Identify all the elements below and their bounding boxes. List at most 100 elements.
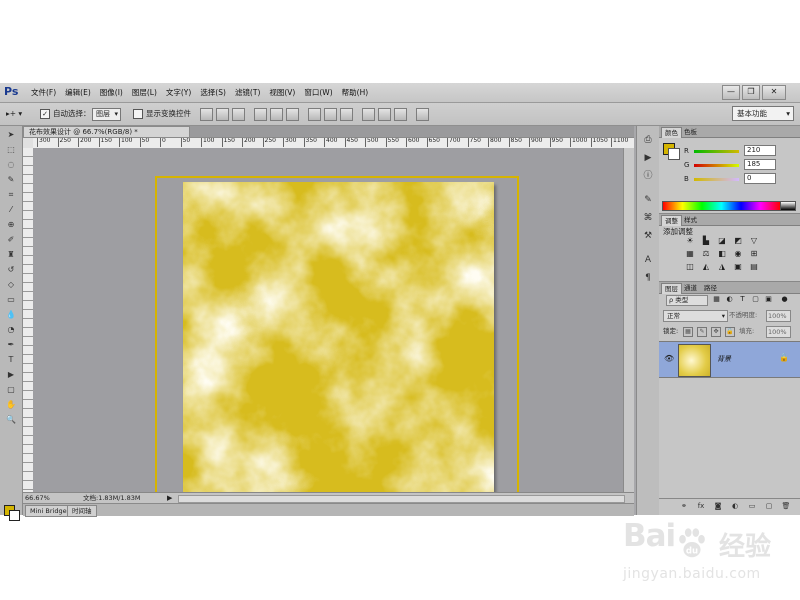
gradient-tool-icon[interactable]: ▭: [4, 293, 18, 306]
r-slider[interactable]: [694, 150, 739, 153]
menu-item-1[interactable]: 编辑(E): [61, 83, 96, 102]
menu-item-0[interactable]: 文件(F): [27, 83, 61, 102]
fill-input[interactable]: 100%: [766, 326, 791, 338]
filter-shape-icon[interactable]: ▢: [751, 295, 760, 304]
selective-color-icon[interactable]: ▣: [733, 262, 743, 271]
r-value[interactable]: 210: [744, 145, 776, 156]
menu-item-5[interactable]: 选择(S): [196, 83, 231, 102]
eraser-tool-icon[interactable]: ◇: [4, 278, 18, 291]
menu-item-9[interactable]: 帮助(H): [338, 83, 374, 102]
lock-transparency-icon[interactable]: ▦: [683, 327, 693, 337]
vibrance-icon[interactable]: ▽: [749, 236, 759, 245]
posterize-icon[interactable]: ◭: [701, 262, 711, 271]
pen-tool-icon[interactable]: ✒: [4, 338, 18, 351]
tab-timeline[interactable]: 时间轴: [67, 505, 97, 517]
tab-styles[interactable]: 样式: [681, 215, 700, 225]
actions-panel-icon[interactable]: ▶: [642, 152, 654, 164]
color-balance-icon[interactable]: ⚖: [701, 249, 711, 258]
zoom-tool-icon[interactable]: 🔍: [4, 413, 18, 426]
close-button[interactable]: ✕: [762, 85, 786, 100]
status-menu-arrow-icon[interactable]: ▶: [167, 494, 173, 502]
align-vcenter-icon[interactable]: [216, 108, 229, 121]
history-panel-icon[interactable]: ⎙: [642, 134, 654, 146]
workspace-select[interactable]: 基本功能: [732, 106, 794, 121]
menu-item-2[interactable]: 图像(I): [96, 83, 128, 102]
blur-tool-icon[interactable]: 💧: [4, 308, 18, 321]
shape-tool-icon[interactable]: ▢: [4, 383, 18, 396]
tab-swatches[interactable]: 色板: [681, 127, 700, 137]
stamp-tool-icon[interactable]: ♜: [4, 248, 18, 261]
trash-icon[interactable]: 🗑: [781, 501, 791, 511]
distribute-vcenter-icon[interactable]: [324, 108, 337, 121]
auto-select-checkbox[interactable]: ✓ 自动选择：: [40, 107, 91, 121]
tab-paths[interactable]: 路径: [701, 283, 720, 293]
panel-background-swatch[interactable]: [668, 148, 680, 160]
brush-panel-icon[interactable]: ✎: [642, 194, 654, 206]
move-tool-preset[interactable]: ▸+ ▾: [6, 107, 22, 121]
background-color-swatch[interactable]: [9, 510, 20, 521]
filter-adjust-icon[interactable]: ◐: [725, 295, 734, 304]
lasso-tool-icon[interactable]: ◌: [4, 158, 18, 171]
distribute-top-icon[interactable]: [308, 108, 321, 121]
channel-mixer-icon[interactable]: ⊞: [749, 249, 759, 258]
filter-smart-icon[interactable]: ▣: [764, 295, 773, 304]
color-spectrum[interactable]: [662, 201, 781, 211]
healing-tool-icon[interactable]: ⊕: [4, 218, 18, 231]
path-select-tool-icon[interactable]: ▶: [4, 368, 18, 381]
hand-tool-icon[interactable]: ✋: [4, 398, 18, 411]
paragraph-panel-icon[interactable]: ¶: [642, 272, 654, 284]
photo-filter-icon[interactable]: ◉: [733, 249, 743, 258]
new-adjustment-icon[interactable]: ◐: [730, 501, 740, 511]
auto-align-icon[interactable]: [416, 108, 429, 121]
align-left-icon[interactable]: [254, 108, 267, 121]
layer-row-background[interactable]: 👁 背景 🔒: [659, 341, 800, 378]
link-layers-icon[interactable]: ⚭: [679, 501, 689, 511]
dodge-tool-icon[interactable]: ◔: [4, 323, 18, 336]
new-layer-icon[interactable]: ▢: [764, 501, 774, 511]
filter-toggle-icon[interactable]: ●: [780, 295, 789, 304]
distribute-hcenter-icon[interactable]: [378, 108, 391, 121]
align-bottom-icon[interactable]: [232, 108, 245, 121]
show-transform-checkbox[interactable]: 显示变换控件: [133, 107, 191, 121]
restore-button[interactable]: ❐: [742, 85, 760, 100]
g-slider[interactable]: [694, 164, 739, 167]
brush-tool-icon[interactable]: ✐: [4, 233, 18, 246]
gradient-map-icon[interactable]: ▤: [749, 262, 759, 271]
menu-item-8[interactable]: 窗口(W): [300, 83, 337, 102]
menu-item-7[interactable]: 视图(V): [265, 83, 300, 102]
blend-mode-select[interactable]: 正常: [663, 310, 728, 322]
menu-item-4[interactable]: 文字(Y): [162, 83, 196, 102]
curves-icon[interactable]: ◪: [717, 236, 727, 245]
move-tool-icon[interactable]: ➤: [4, 128, 18, 141]
layer-name[interactable]: 背景: [717, 354, 731, 364]
exposure-icon[interactable]: ◩: [733, 236, 743, 245]
distribute-left-icon[interactable]: [362, 108, 375, 121]
filter-type-icon[interactable]: T: [738, 295, 747, 304]
b-slider[interactable]: [694, 178, 739, 181]
add-mask-icon[interactable]: ◙: [713, 501, 723, 511]
vertical-scrollbar[interactable]: [623, 148, 634, 494]
filter-pixel-icon[interactable]: ▦: [712, 295, 721, 304]
menu-item-3[interactable]: 图层(L): [128, 83, 162, 102]
black-white-icon[interactable]: ◧: [717, 249, 727, 258]
menu-item-6[interactable]: 滤镜(T): [231, 83, 265, 102]
clone-source-icon[interactable]: ⚒: [642, 230, 654, 242]
tab-color[interactable]: 颜色: [661, 127, 682, 138]
document-canvas[interactable]: [183, 182, 494, 497]
eye-icon[interactable]: 👁: [664, 354, 674, 363]
align-right-icon[interactable]: [286, 108, 299, 121]
lock-position-icon[interactable]: ✥: [711, 327, 721, 337]
b-value[interactable]: 0: [744, 173, 776, 184]
distribute-bottom-icon[interactable]: [340, 108, 353, 121]
tab-channels[interactable]: 通道: [681, 283, 700, 293]
crop-tool-icon[interactable]: ⌗: [4, 188, 18, 201]
tab-adjustments[interactable]: 调整: [661, 215, 682, 226]
character-panel-icon[interactable]: A: [642, 254, 654, 266]
distribute-right-icon[interactable]: [394, 108, 407, 121]
brush-presets-icon[interactable]: ⌘: [642, 212, 654, 224]
minimize-button[interactable]: —: [722, 85, 740, 100]
invert-icon[interactable]: ◫: [685, 262, 695, 271]
tab-layers[interactable]: 图层: [661, 283, 682, 294]
lock-all-icon[interactable]: 🔒: [725, 327, 735, 337]
marquee-tool-icon[interactable]: ⬚: [4, 143, 18, 156]
